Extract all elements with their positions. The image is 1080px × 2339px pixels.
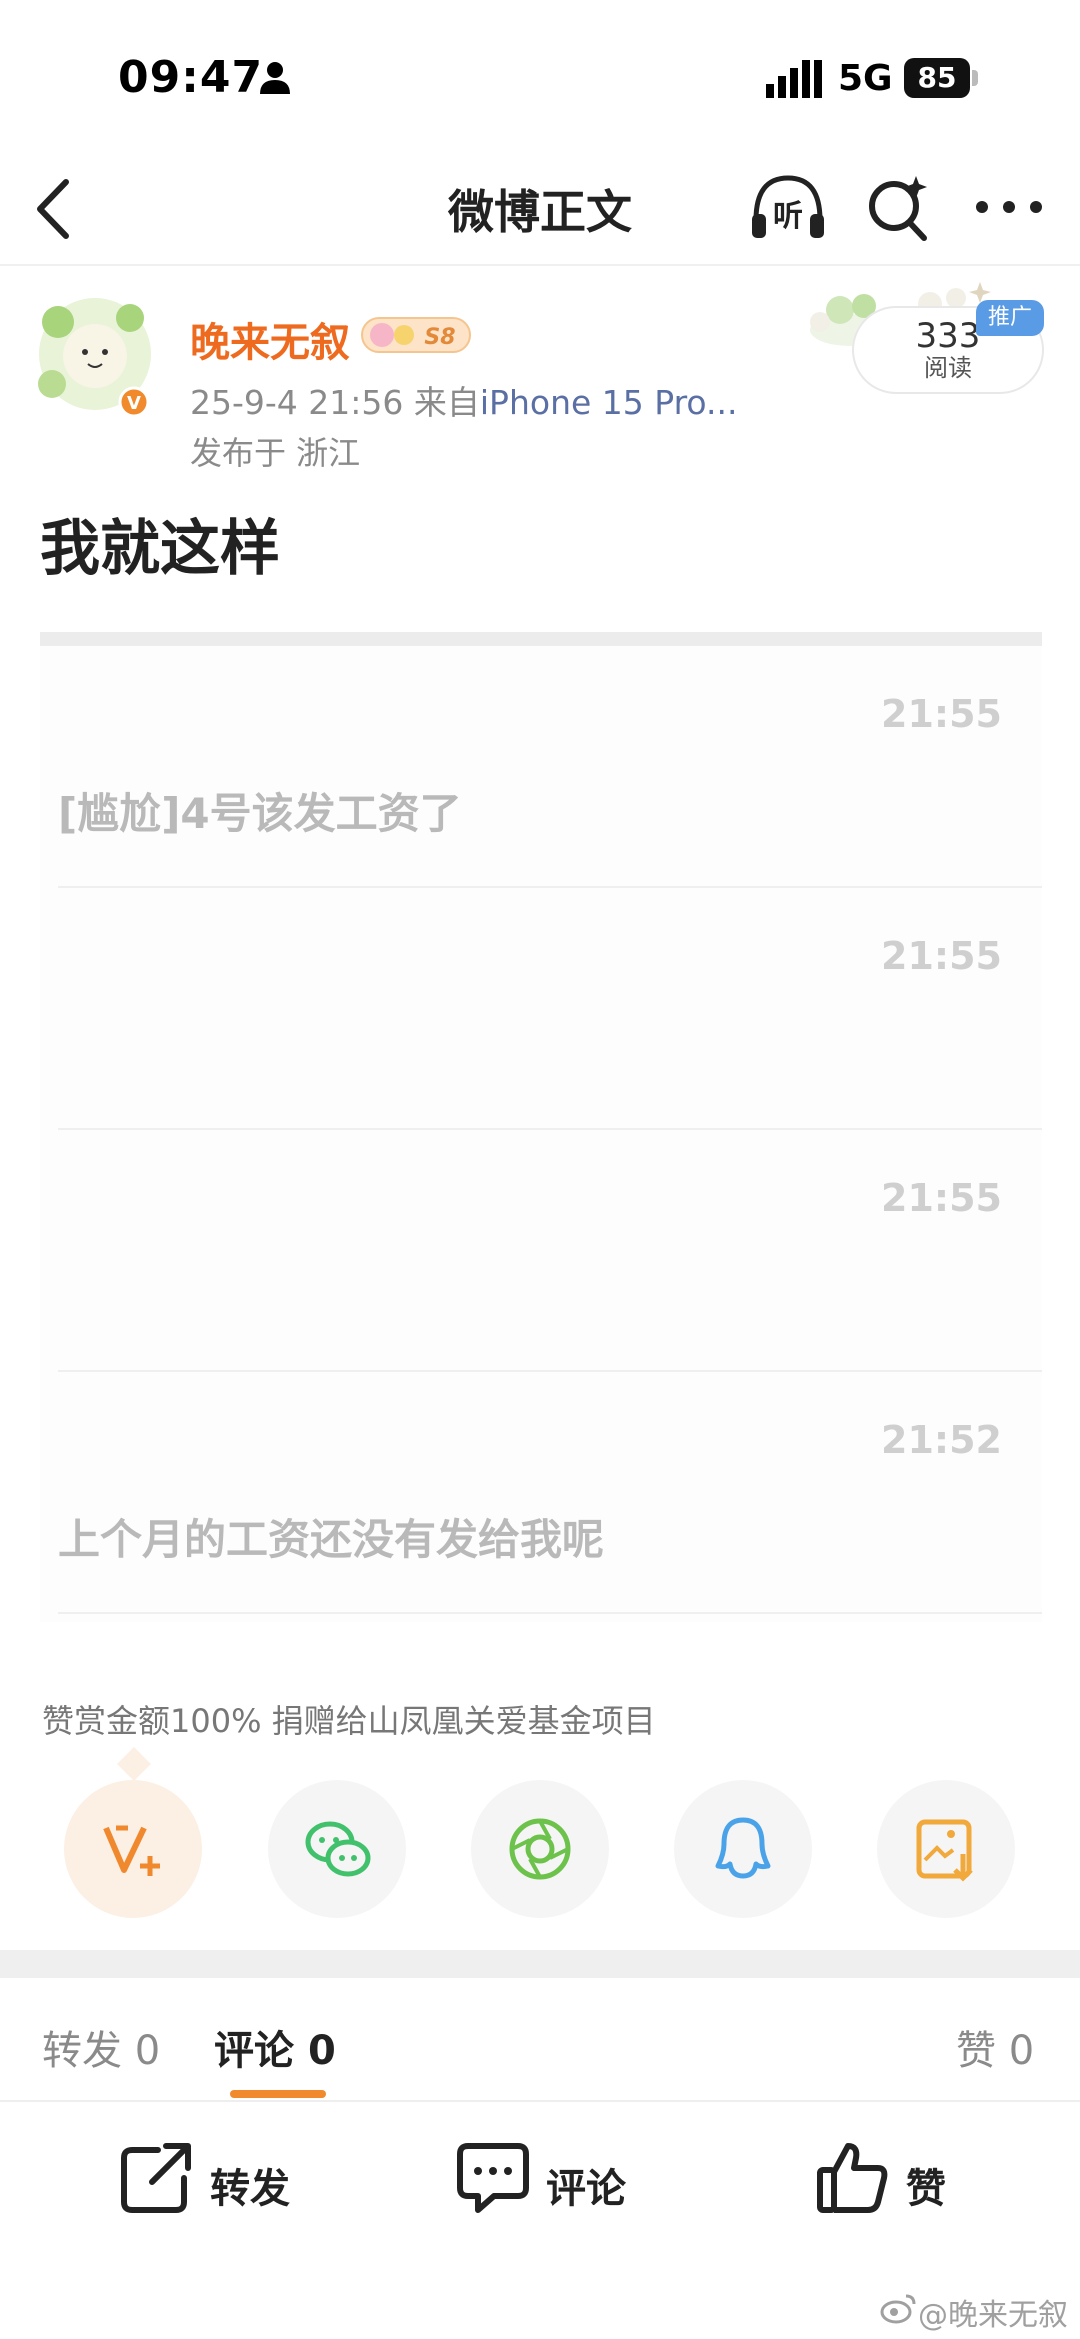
listen-label: 听: [773, 199, 803, 234]
share-qq-button[interactable]: [674, 1780, 812, 1918]
donation-note: 赞赏金额100% 捐赠给山凤凰关爱基金项目: [42, 1702, 656, 1740]
tab-comment-label: 评论: [214, 2028, 294, 2074]
message-text: 上个月的工资还没有发给我呢: [58, 1515, 605, 1564]
status-time: 09:47: [118, 52, 264, 103]
message-row: 21:52 上个月的工资还没有发给我呢: [58, 1372, 1042, 1614]
post-source[interactable]: iPhone 15 Pro...: [480, 383, 738, 422]
battery-icon: 85: [904, 58, 978, 98]
message-row: 21:55: [58, 1130, 1042, 1372]
promo-tag: 推广: [976, 300, 1044, 336]
post-timestamp: 25-9-4 21:56 来自: [190, 383, 480, 422]
repost-label: 转发: [210, 2166, 290, 2212]
tab-like-label: 赞: [956, 2028, 996, 2074]
share-wechat-button[interactable]: [268, 1780, 406, 1918]
message-time: 21:55: [881, 692, 1002, 736]
tab-repost-label: 转发: [42, 2028, 122, 2074]
signal-icon: [766, 60, 822, 98]
post-meta: 25-9-4 21:56 来自iPhone 15 Pro...: [190, 376, 738, 424]
post-location: 发布于 浙江: [190, 434, 361, 472]
tab-comment-count: 0: [307, 2028, 336, 2074]
weibo-logo-icon: [880, 2294, 916, 2324]
comment-label: 评论: [546, 2166, 626, 2212]
battery-level: 85: [904, 58, 970, 98]
moments-icon: [509, 1818, 571, 1880]
attached-screenshot[interactable]: 21:55 [尴尬]4号该发工资了 21:55 21:55 21:52 上个月的…: [40, 632, 1042, 1622]
more-icon[interactable]: [974, 192, 1044, 222]
repost-button[interactable]: 转发: [118, 2138, 318, 2218]
message-text: [尴尬]4号该发工资了: [58, 789, 462, 838]
person-icon: [260, 62, 290, 94]
save-image-button[interactable]: [877, 1780, 1015, 1918]
comment-icon: [457, 2143, 529, 2213]
wechat-icon: [305, 1821, 371, 1877]
tab-comment[interactable]: 评论 0: [214, 2018, 336, 2076]
comment-button[interactable]: 评论: [454, 2138, 654, 2218]
nav-bar: 微博正文 听: [0, 150, 1080, 266]
tab-repost[interactable]: 转发 0: [42, 2018, 160, 2076]
message-time: 21:52: [881, 1418, 1002, 1462]
network-label: 5G: [838, 58, 893, 99]
reward-button[interactable]: [64, 1780, 202, 1918]
vplus-icon: [103, 1825, 160, 1876]
repost-icon: [121, 2143, 191, 2213]
thumbs-up-icon: [817, 2143, 888, 2213]
status-bar: 09:47 5G 85: [0, 0, 1080, 150]
author-name[interactable]: 晚来无叙: [190, 310, 350, 368]
like-button[interactable]: 赞: [814, 2138, 974, 2218]
message-row: 21:55: [58, 888, 1042, 1130]
search-icon[interactable]: [864, 172, 930, 242]
share-row: [0, 1780, 1080, 1920]
avatar[interactable]: V: [30, 292, 160, 422]
battery-cap: [972, 70, 978, 86]
read-label: 阅读: [924, 354, 972, 382]
tab-like-count: 0: [1008, 2028, 1035, 2074]
share-moments-button[interactable]: [471, 1780, 609, 1918]
watermark-text: @晚来无叙: [918, 2298, 1068, 2333]
post-text: 我就这样: [40, 514, 280, 584]
member-badge-icon[interactable]: S8: [360, 314, 472, 356]
tabs-divider: [0, 2100, 1080, 2102]
save-image-icon: [916, 1819, 973, 1882]
tab-indicator: [230, 2090, 326, 2098]
message-time: 21:55: [881, 1176, 1002, 1220]
qq-icon: [715, 1817, 771, 1879]
message-time: 21:55: [881, 934, 1002, 978]
svg-text:V: V: [127, 393, 141, 414]
listen-icon[interactable]: 听: [748, 170, 828, 244]
like-label: 赞: [906, 2166, 946, 2212]
tab-like[interactable]: 赞 0: [956, 2018, 1034, 2076]
section-divider: [0, 1950, 1080, 1978]
message-row: 21:55 [尴尬]4号该发工资了: [58, 646, 1042, 888]
badge-text: S8: [424, 325, 455, 350]
tip-caret: [117, 1747, 151, 1781]
tab-repost-count: 0: [134, 2028, 161, 2074]
